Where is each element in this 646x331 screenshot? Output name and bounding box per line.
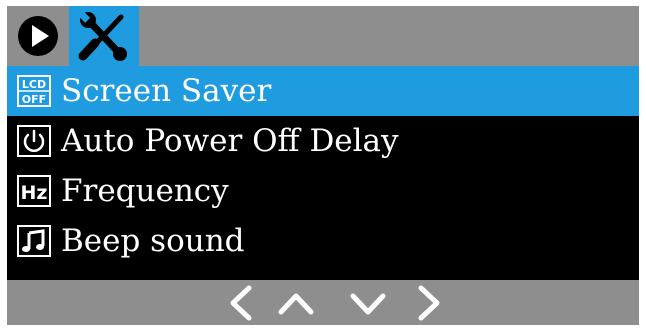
hz-icon: Hz [17,175,51,207]
menu-item-label: Auto Power Off Delay [61,123,399,159]
navigation-bar [7,280,639,325]
menu-item-auto-power-off-delay[interactable]: Auto Power Off Delay [7,116,639,166]
wrench-screwdriver-icon [78,11,127,61]
menu-item-label: Screen Saver [61,73,272,109]
music-note-icon [17,225,51,257]
lcd-off-icon: LCD OFF [17,75,51,107]
menu-item-label: Beep sound [61,223,245,259]
chevron-left-icon[interactable] [223,284,261,322]
chevron-right-icon[interactable] [409,284,447,322]
menu-item-frequency[interactable]: Hz Frequency [7,166,639,216]
power-icon [17,125,51,157]
tab-playback[interactable] [7,6,69,66]
off-icon-text: OFF [22,93,46,106]
tab-setup[interactable] [69,6,139,66]
hz-icon-text: Hz [21,182,48,204]
chevron-down-icon[interactable] [349,284,387,322]
chevron-up-icon[interactable] [277,284,315,322]
menu-item-label: Frequency [61,173,229,209]
menu-item-screen-saver[interactable]: LCD OFF Screen Saver [7,66,639,116]
menu-item-beep-sound[interactable]: Beep sound [7,216,639,266]
camera-menu-screen: LCD OFF Screen Saver Auto Power Off Dela… [7,6,639,325]
lcd-icon-text: LCD [22,78,46,91]
tab-bar [7,6,639,66]
play-circle-icon [18,16,58,56]
